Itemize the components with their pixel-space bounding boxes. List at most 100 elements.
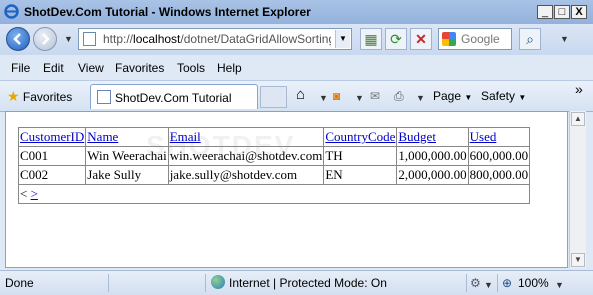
menu-tools[interactable]: Tools (177, 61, 205, 75)
search-icon: ⌕ (526, 31, 534, 47)
google-icon (442, 32, 456, 46)
security-zone-text[interactable]: Internet | Protected Mode: On (229, 276, 387, 290)
toolbar-overflow-button[interactable]: » (575, 81, 583, 97)
pager: < > (17, 184, 531, 204)
search-field[interactable]: Google (438, 28, 512, 50)
menu-favorites[interactable]: Favorites (115, 61, 164, 75)
forward-button[interactable] (33, 27, 57, 51)
grid-header-row: CustomerID Name Email CountryCode Budget… (17, 127, 531, 147)
browser-tab[interactable]: ShotDev.Com Tutorial (90, 84, 258, 109)
address-field[interactable]: http://localhost/dotnet/DataGridAllowSor… (78, 28, 352, 50)
compatibility-view-button[interactable]: ▦ (360, 28, 382, 50)
status-divider (108, 274, 109, 292)
menu-help[interactable]: Help (217, 61, 242, 75)
cell-countrycode: TH (323, 146, 398, 166)
status-bar: Done Internet | Protected Mode: On ⚙ ▼ ⊕… (0, 270, 593, 295)
cell-budget: 1,000,000.00 (396, 146, 469, 166)
feeds-icon[interactable]: ◙ (333, 89, 340, 103)
cell-customerid: C001 (17, 146, 87, 166)
address-toolbar: ▼ http://localhost/dotnet/DataGridAllowS… (0, 24, 593, 55)
favorites-button[interactable]: ★ Favorites (7, 88, 72, 105)
cell-used: 800,000.00 (467, 165, 531, 185)
protected-mode-icon[interactable]: ⚙ (470, 276, 481, 290)
zoom-level[interactable]: 100% (518, 276, 549, 290)
mail-icon[interactable]: ✉ (370, 89, 380, 103)
status-divider (205, 274, 206, 292)
sort-link-used[interactable]: Used (470, 129, 497, 144)
menu-view[interactable]: View (78, 61, 104, 75)
zoom-dropdown-icon[interactable]: ▼ (555, 280, 564, 290)
cell-countrycode: EN (323, 165, 398, 185)
sort-link-name[interactable]: Name (87, 129, 118, 144)
header-name[interactable]: Name (85, 127, 169, 147)
home-dropdown-icon[interactable]: ▼ (319, 93, 328, 103)
search-placeholder: Google (461, 32, 500, 46)
pager-row: < > (17, 184, 531, 204)
cell-name: Win Weerachai (85, 146, 169, 166)
safety-menu[interactable]: Safety ▼ (481, 89, 526, 103)
feeds-dropdown-icon[interactable]: ▼ (355, 93, 364, 103)
safety-menu-label: Safety (481, 89, 516, 103)
protected-mode-dropdown-icon[interactable]: ▼ (484, 280, 493, 290)
pager-next-link[interactable]: > (31, 186, 38, 201)
table-row: C001 Win Weerachai win.weerachai@shotdev… (17, 146, 531, 166)
header-email[interactable]: Email (167, 127, 325, 147)
menu-file[interactable]: File (11, 61, 30, 75)
scroll-up-icon[interactable]: ▲ (571, 112, 585, 126)
header-used[interactable]: Used (467, 127, 531, 147)
close-button[interactable]: X (571, 5, 587, 19)
status-divider (466, 274, 467, 292)
compatibility-icon: ▦ (364, 31, 378, 47)
search-options-dropdown-icon[interactable]: ▼ (560, 34, 569, 44)
page-content: SHOTDEV CustomerID Name Email CountryCod… (5, 111, 568, 268)
menu-bar: File Edit View Favorites Tools Help (0, 58, 593, 78)
zoom-icon[interactable]: ⊕ (502, 276, 512, 290)
cell-customerid: C002 (17, 165, 87, 185)
stop-button[interactable]: ✕ (410, 28, 432, 50)
back-arrow-icon (13, 33, 21, 45)
header-countrycode[interactable]: CountryCode (323, 127, 398, 147)
maximize-button[interactable]: □ (554, 5, 570, 19)
sort-link-budget[interactable]: Budget (398, 129, 436, 144)
header-budget[interactable]: Budget (396, 127, 469, 147)
ie-logo-icon (4, 4, 19, 19)
address-dropdown-icon[interactable]: ▼ (335, 30, 350, 48)
sort-link-countrycode[interactable]: CountryCode (325, 129, 395, 144)
new-tab-button[interactable] (260, 86, 287, 108)
cell-name: Jake Sully (85, 165, 169, 185)
ie-window: ShotDev.Com Tutorial - Windows Internet … (0, 0, 593, 295)
cell-budget: 2,000,000.00 (396, 165, 469, 185)
refresh-button[interactable]: ⟳ (385, 28, 407, 50)
pager-prev: < (20, 186, 28, 201)
status-divider (497, 274, 498, 292)
vertical-scrollbar[interactable]: ▲ ▼ (569, 111, 586, 268)
url-text[interactable]: http://localhost/dotnet/DataGridAllowSor… (103, 32, 331, 46)
sort-link-email[interactable]: Email (170, 129, 201, 144)
data-grid: CustomerID Name Email CountryCode Budget… (17, 127, 531, 204)
minimize-button[interactable]: _ (537, 5, 553, 19)
print-dropdown-icon[interactable]: ▼ (416, 93, 425, 103)
sort-link-customerid[interactable]: CustomerID (20, 129, 84, 144)
command-bar: ★ Favorites ShotDev.Com Tutorial ⌂ ▼ ◙ ▼… (0, 80, 593, 112)
favorites-label: Favorites (22, 90, 73, 104)
print-icon[interactable]: ⎙ (394, 89, 404, 104)
window-title: ShotDev.Com Tutorial - Windows Internet … (24, 5, 311, 19)
search-button[interactable]: ⌕ (519, 28, 541, 50)
table-row: C002 Jake Sully jake.sully@shotdev.com E… (17, 165, 531, 185)
back-button[interactable] (6, 27, 30, 51)
menu-edit[interactable]: Edit (43, 61, 64, 75)
forward-arrow-icon (42, 33, 50, 45)
status-text: Done (5, 276, 34, 290)
page-menu-label: Page (433, 89, 462, 103)
refresh-icon: ⟳ (390, 31, 402, 47)
cell-used: 600,000.00 (467, 146, 531, 166)
stop-icon: ✕ (415, 31, 427, 47)
title-bar: ShotDev.Com Tutorial - Windows Internet … (0, 0, 593, 25)
recent-pages-dropdown-icon[interactable]: ▼ (64, 34, 73, 44)
home-icon[interactable]: ⌂ (296, 86, 305, 103)
header-customerid[interactable]: CustomerID (17, 127, 87, 147)
cell-email: win.weerachai@shotdev.com (167, 146, 325, 166)
scroll-down-icon[interactable]: ▼ (571, 253, 585, 267)
page-menu[interactable]: Page ▼ (433, 89, 472, 103)
cell-email: jake.sully@shotdev.com (167, 165, 325, 185)
